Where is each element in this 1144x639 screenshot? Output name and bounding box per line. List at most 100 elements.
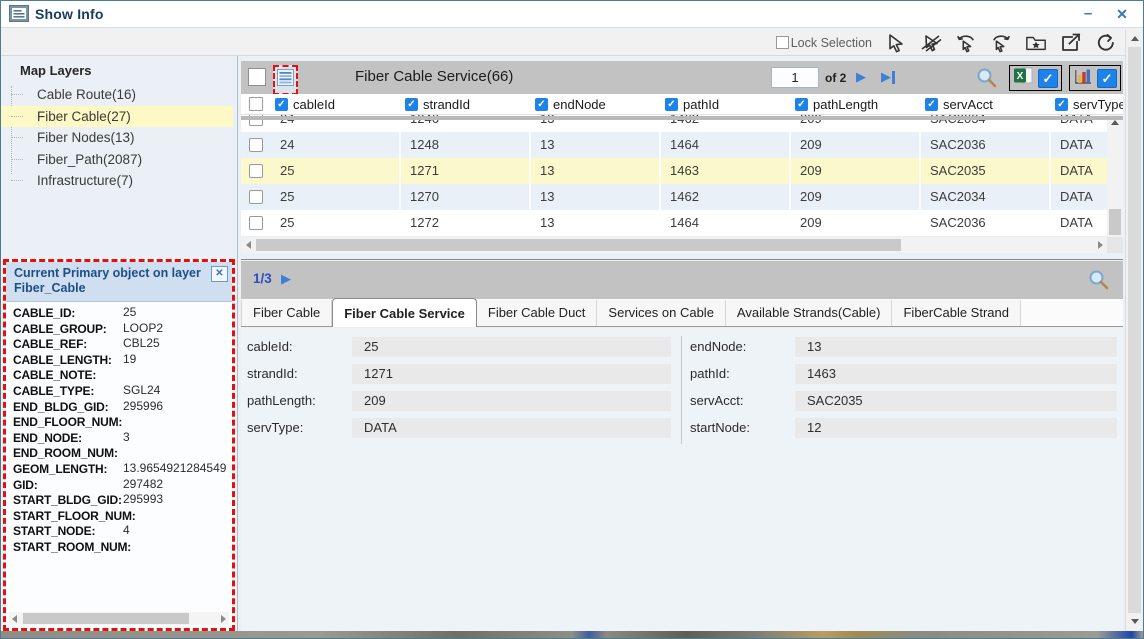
attr-row: START_FLOOR_NUM: — [13, 508, 232, 524]
toolbar: Lock Selection — [1, 29, 1125, 56]
minimize-button[interactable]: – — [1075, 3, 1101, 25]
scroll-left-icon[interactable] — [12, 615, 17, 623]
next-page-icon[interactable]: ▶ — [856, 69, 866, 85]
excel-enabled-checkbox[interactable]: ✓ — [1038, 69, 1058, 88]
attr-row: END_ROOM_NUM: — [13, 445, 232, 461]
detail-search-icon[interactable] — [1088, 269, 1109, 295]
row-checkbox[interactable] — [249, 164, 263, 178]
scrollbar-thumb[interactable] — [23, 613, 189, 624]
tab-fiber-cable-service[interactable]: Fiber Cable Service — [332, 298, 477, 327]
window-vertical-scrollbar[interactable] — [1125, 29, 1142, 631]
tab-fiber-cable[interactable]: Fiber Cable — [241, 300, 332, 326]
scrollbar-thumb[interactable] — [1128, 47, 1141, 613]
map-layers-title: Map Layers — [20, 63, 92, 78]
table-row[interactable]: 24 1248 13 1464 209 SAC2036 DATA — [241, 132, 1107, 158]
table-search-icon[interactable] — [976, 67, 997, 93]
header-row-checkbox[interactable] — [249, 97, 263, 111]
field-servAcct: servAcct:SAC2035 — [690, 390, 1117, 411]
layer-item-cable-route[interactable]: Cable Route(16) — [1, 84, 233, 106]
column-checkbox[interactable]: ✓ — [275, 98, 288, 111]
row-checkbox[interactable] — [249, 138, 263, 152]
tab-available-strands[interactable]: Available Strands(Cable) — [726, 300, 893, 326]
table-row[interactable]: 25 1270 13 1462 209 SAC2034 DATA — [241, 184, 1107, 210]
column-header-pathLength: ✓pathLength — [791, 94, 921, 114]
table-row[interactable]: 25 1272 13 1464 209 SAC2036 DATA — [241, 210, 1107, 236]
attr-row: CABLE_TYPE:SGL24 — [13, 383, 232, 399]
table-column-header: ✓cableId ✓strandId ✓endNode ✓pathId ✓pat… — [241, 94, 1123, 115]
tab-services-on-cable[interactable]: Services on Cable — [597, 300, 726, 326]
detail-tabs: Fiber Cable Fiber Cable Service Fiber Ca… — [241, 299, 1123, 327]
detail-fields-panel: cableId:25 strandId:1271 pathLength:209 … — [241, 328, 1123, 631]
scrollbar-thumb[interactable] — [1109, 209, 1121, 235]
table-vertical-scrollbar[interactable] — [1107, 115, 1123, 253]
bar-chart-icon[interactable] — [1073, 66, 1093, 90]
column-checkbox[interactable]: ✓ — [795, 98, 808, 111]
primary-panel-title: Current Primary object on layer Fiber_Ca… — [14, 266, 206, 296]
column-header-pathId: ✓pathId — [661, 94, 791, 114]
previous-selection-icon[interactable] — [955, 32, 977, 54]
attr-row: GEOM_LENGTH:13.9654921284549 — [13, 461, 232, 477]
table-row-selected[interactable]: 25 1271 13 1463 209 SAC2035 DATA — [241, 158, 1107, 184]
chart-enabled-checkbox[interactable]: ✓ — [1097, 69, 1117, 88]
attr-row: END_BLDG_GID:295996 — [13, 399, 232, 415]
attr-row: START_NODE:4 — [13, 523, 232, 539]
close-button[interactable]: ✕ — [1109, 3, 1135, 25]
lock-selection-label: Lock Selection — [791, 36, 872, 50]
primary-panel-header: Current Primary object on layer Fiber_Ca… — [6, 262, 232, 302]
select-all-checkbox[interactable] — [248, 68, 266, 86]
row-checkbox[interactable] — [249, 216, 263, 230]
next-record-icon[interactable]: ▶ — [281, 271, 291, 287]
column-header-servType: ✓servType — [1051, 94, 1123, 114]
column-header-strandId: ✓strandId — [401, 94, 531, 114]
layer-item-infrastructure[interactable]: Infrastructure(7) — [1, 170, 233, 192]
next-selection-icon[interactable] — [990, 32, 1012, 54]
detail-pager-bar: 1/3 ▶ — [241, 261, 1123, 299]
show-info-icon — [9, 5, 29, 27]
table-title: Fiber Cable Service(66) — [355, 68, 513, 85]
column-checkbox[interactable]: ✓ — [925, 98, 938, 111]
scroll-right-icon[interactable] — [221, 615, 226, 623]
page-number-input[interactable] — [771, 67, 819, 88]
scroll-position-bar — [241, 116, 1123, 120]
scroll-up-icon[interactable] — [1126, 31, 1143, 46]
scroll-left-icon[interactable] — [241, 237, 255, 253]
field-servType: servType:DATA — [247, 417, 671, 438]
attr-row: CABLE_LENGTH:19 — [13, 352, 232, 368]
scroll-right-icon[interactable] — [1093, 237, 1107, 253]
main-content: Fiber Cable Service(66) of 2 ▶ ▶ X ✓ ✓ — [241, 56, 1123, 631]
folder-favorites-icon[interactable] — [1025, 32, 1047, 54]
column-checkbox[interactable]: ✓ — [1055, 98, 1068, 111]
column-checkbox[interactable]: ✓ — [535, 98, 548, 111]
attr-row: CABLE_ID:25 — [13, 305, 232, 321]
column-header-cableId: ✓cableId — [271, 94, 401, 114]
lock-selection-checkbox[interactable] — [776, 36, 789, 49]
field-startNode: startNode:12 — [690, 417, 1117, 438]
window-title: Show Info — [35, 6, 104, 22]
map-layers-tree: Cable Route(16) Fiber Cable(27) Fiber No… — [1, 84, 233, 192]
title-bar: Show Info – ✕ — [1, 1, 1143, 28]
list-view-icon-highlighted[interactable] — [273, 65, 298, 95]
row-checkbox[interactable] — [249, 190, 263, 204]
map-layers-panel: Map Layers Cable Route(16) Fiber Cable(2… — [1, 56, 237, 256]
layer-item-fiber-path[interactable]: Fiber_Path(2087) — [1, 149, 233, 171]
refresh-icon[interactable] — [1095, 32, 1117, 54]
primary-panel-close-icon[interactable]: ✕ — [211, 266, 228, 282]
select-pointer-icon[interactable] — [885, 32, 907, 54]
tab-fiber-cable-duct[interactable]: Fiber Cable Duct — [477, 300, 598, 326]
last-page-icon[interactable]: ▶ — [881, 69, 895, 85]
deselect-pointer-icon[interactable] — [920, 32, 942, 54]
layer-item-fiber-cable[interactable]: Fiber Cable(27) — [1, 106, 233, 128]
record-pager-label: 1/3 — [253, 271, 272, 286]
open-external-icon[interactable] — [1060, 32, 1082, 54]
panel-horizontal-scrollbar[interactable] — [9, 612, 229, 625]
scroll-down-icon[interactable] — [1126, 614, 1143, 629]
layer-item-fiber-nodes[interactable]: Fiber Nodes(13) — [1, 127, 233, 149]
excel-export-icon[interactable]: X — [1013, 66, 1034, 91]
tab-fibercable-strand[interactable]: FiberCable Strand — [892, 300, 1021, 326]
scrollbar-thumb[interactable] — [256, 239, 901, 251]
fields-left-column: cableId:25 strandId:1271 pathLength:209 … — [247, 336, 682, 444]
table-horizontal-scrollbar[interactable] — [241, 237, 1107, 253]
field-pathId: pathId:1463 — [690, 363, 1117, 384]
column-checkbox[interactable]: ✓ — [665, 98, 678, 111]
column-checkbox[interactable]: ✓ — [405, 98, 418, 111]
